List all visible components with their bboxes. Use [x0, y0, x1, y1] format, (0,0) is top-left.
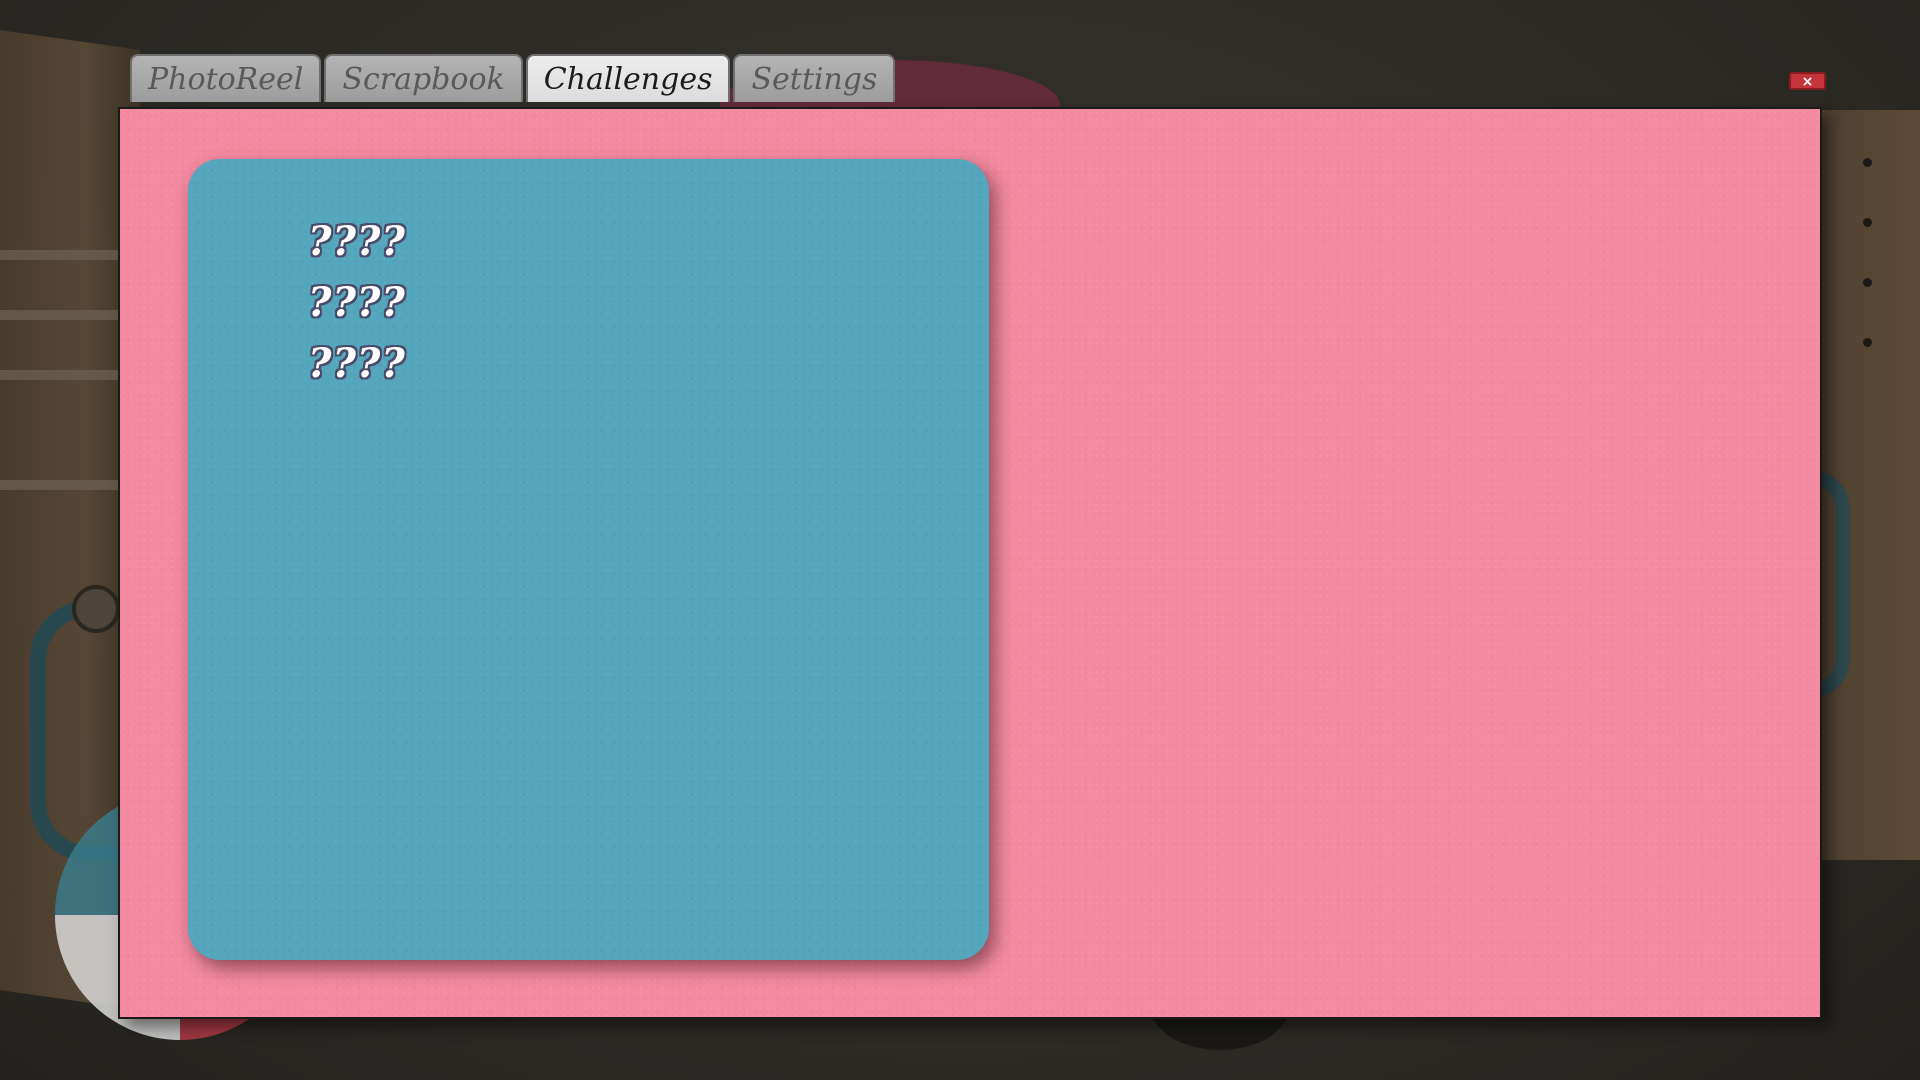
tab-settings[interactable]: Settings	[733, 54, 896, 102]
tab-photoreel[interactable]: PhotoReel	[130, 54, 322, 102]
challenge-item-locked[interactable]: ????	[308, 211, 406, 272]
close-icon: ×	[1801, 74, 1814, 90]
challenge-card: ???? ???? ????	[188, 159, 989, 960]
background-stripe	[0, 310, 130, 320]
background-dot	[1863, 218, 1872, 227]
challenge-item-locked[interactable]: ????	[308, 333, 406, 394]
background-knob	[72, 585, 120, 633]
background-stripe	[0, 480, 130, 490]
challenges-panel: ???? ???? ????	[118, 107, 1822, 1019]
background-stripe	[0, 370, 130, 380]
background-stripe	[0, 250, 130, 260]
challenge-list: ???? ???? ????	[308, 211, 406, 394]
background-dot	[1863, 278, 1872, 287]
close-button[interactable]: ×	[1789, 72, 1826, 90]
tab-challenges[interactable]: Challenges	[525, 54, 731, 102]
tab-scrapbook[interactable]: Scrapbook	[324, 54, 523, 102]
background-dot	[1863, 338, 1872, 347]
game-scene: PhotoReel Scrapbook Challenges Settings …	[0, 0, 1920, 1080]
background-dot	[1863, 158, 1872, 167]
challenge-item-locked[interactable]: ????	[308, 272, 406, 333]
menu-tabs: PhotoReel Scrapbook Challenges Settings	[130, 54, 896, 102]
